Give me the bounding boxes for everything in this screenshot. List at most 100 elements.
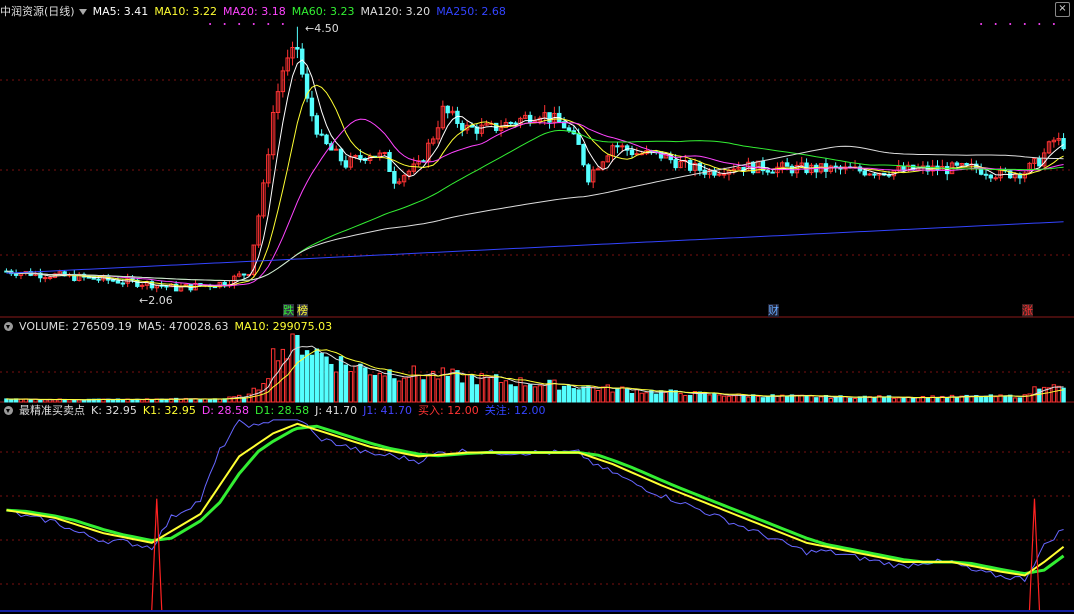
volume-bar (896, 397, 901, 403)
candle-body (241, 273, 247, 276)
volume-bar (513, 386, 518, 403)
candle-body (295, 47, 300, 50)
volume-bar (426, 374, 431, 403)
indicator-legend-item: J1: 41.70 (363, 404, 413, 417)
buy-signal-spike (151, 498, 163, 611)
volume-bar (852, 398, 858, 403)
volume-bar (828, 397, 834, 403)
volume-bar (527, 384, 533, 403)
candle-body (586, 164, 591, 183)
volume-bar (329, 363, 334, 403)
volume-bar (498, 382, 504, 403)
volume-bar (993, 396, 998, 403)
volume-bar (911, 398, 916, 403)
signal-dot (209, 23, 212, 25)
candle-body (620, 145, 625, 148)
candle-body (581, 143, 586, 166)
volume-bar (416, 374, 421, 403)
volume-bar (576, 389, 581, 403)
candle-body (1037, 158, 1042, 167)
volume-legend-item: VOLUME: 276509.19 (19, 320, 132, 333)
candle-body (309, 97, 315, 117)
volume-bar (969, 396, 974, 403)
candle-body (1061, 138, 1066, 150)
candle-body (765, 170, 770, 173)
signal-dot (267, 23, 270, 25)
price-legend-item: MA60: 3.23 (291, 5, 355, 18)
volume-bar (76, 399, 82, 403)
event-marker-drop[interactable]: 跌 (282, 304, 295, 317)
volume-legend-item: MA10: 299075.03 (234, 320, 333, 333)
dropdown-triangle-icon[interactable] (78, 8, 87, 15)
candle-body (988, 174, 994, 179)
candle-body (96, 278, 101, 281)
volume-bar (324, 356, 329, 403)
candle-body (47, 276, 53, 279)
volume-bar (110, 399, 116, 403)
indicator-menu-icon[interactable] (4, 406, 13, 415)
candle-body (382, 152, 387, 155)
volume-bar (760, 397, 766, 403)
signal-dot (1038, 23, 1041, 25)
price-legend-item: MA20: 3.18 (223, 5, 286, 18)
indicator-legend-item: D1: 28.58 (255, 404, 310, 417)
signal-dot (223, 23, 226, 25)
candle-body (629, 149, 635, 156)
stock-chart-canvas[interactable] (0, 0, 1074, 614)
candle-body (115, 280, 121, 284)
volume-bar (590, 386, 596, 403)
volume-bar (848, 397, 853, 403)
candle-body (770, 171, 775, 174)
volume-bar (1046, 387, 1052, 403)
volume-bar (445, 375, 450, 403)
volume-bar (372, 374, 378, 403)
volume-bar (319, 352, 324, 403)
candle-body (120, 282, 126, 285)
volume-bar (67, 399, 72, 403)
volume-bar (833, 396, 838, 403)
event-marker-rank[interactable]: 榜 (296, 304, 309, 317)
volume-bar (804, 395, 809, 403)
volume-bar (624, 388, 630, 403)
volume-bar (726, 395, 732, 403)
volume-bar (406, 376, 412, 403)
volume-bar (1003, 395, 1008, 403)
volume-bar (523, 385, 528, 403)
candle-body (43, 277, 48, 280)
candle-body (421, 160, 426, 163)
event-marker-finance[interactable]: 财 (767, 304, 780, 317)
volume-bar (629, 392, 635, 403)
volume-bar (367, 374, 373, 403)
volume-bar (678, 392, 683, 403)
volume-bar (280, 348, 286, 403)
volume-bar (586, 385, 591, 403)
volume-bar (687, 394, 693, 403)
event-marker-rise[interactable]: 涨 (1021, 304, 1034, 317)
candle-body (358, 155, 363, 159)
volume-bar (377, 372, 383, 403)
volume-bar (954, 396, 960, 403)
volume-bar (663, 391, 669, 403)
close-icon[interactable]: × (1055, 2, 1070, 17)
volume-bar (382, 375, 387, 403)
volume-bar (683, 394, 688, 403)
candle-body (964, 163, 969, 166)
candle-body (983, 173, 989, 176)
candle-body (110, 279, 116, 282)
volume-bar (338, 356, 344, 403)
volume-bar (300, 354, 305, 403)
candle-body (460, 122, 465, 131)
price-legend-item: MA250: 2.68 (436, 5, 506, 18)
volume-bar (421, 379, 426, 403)
ma60-line (6, 129, 1064, 282)
volume-bar (1037, 388, 1042, 403)
volume-bar (72, 399, 77, 403)
volume-bar (717, 394, 722, 403)
volume-bar (397, 380, 402, 403)
volume-bar (620, 386, 625, 403)
volume-menu-icon[interactable] (4, 322, 13, 331)
ma10-line (6, 84, 1064, 288)
volume-bar (508, 384, 513, 403)
volume-bar (595, 389, 601, 403)
volume-bar (702, 392, 707, 403)
